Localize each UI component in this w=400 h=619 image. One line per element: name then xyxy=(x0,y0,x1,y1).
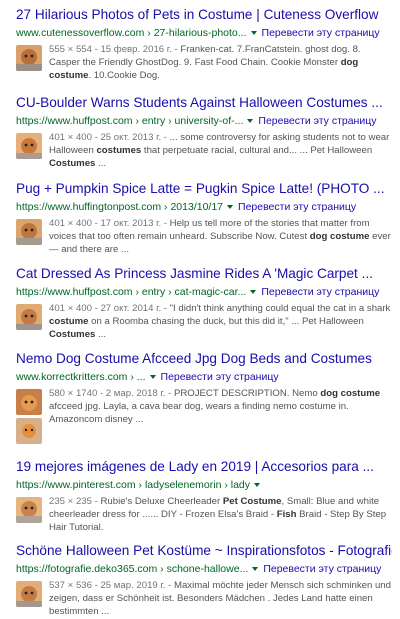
thumbnail-image[interactable] xyxy=(16,581,42,607)
result-url[interactable]: https://www.huffingtonpost.com › 2013/10… xyxy=(16,200,223,214)
result-url-line: https://fotografie.deko365.com › schone-… xyxy=(16,562,392,576)
dropdown-arrow-icon[interactable] xyxy=(252,567,259,571)
dropdown-arrow-icon[interactable] xyxy=(250,290,257,294)
snippet-highlight: Pet Costume xyxy=(222,496,282,507)
result-url-line: www.korrectkritters.com › ... Перевести … xyxy=(16,370,392,384)
search-results: 27 Hilarious Photos of Pets in Costume |… xyxy=(0,0,400,618)
snippet-highlight: Fish xyxy=(276,509,297,521)
snippet-highlight: Costumes xyxy=(49,158,96,170)
result-url[interactable]: www.cutenessoverflow.com › 27-hilarious-… xyxy=(16,26,247,40)
translate-link[interactable]: Перевести эту страницу xyxy=(161,370,279,384)
result-snippet: 537 × 536 - 25 мар. 2019 г. - Maximal mö… xyxy=(49,579,392,619)
result-meta: 401 × 400 - 25 окт. 2013 г. - xyxy=(49,132,167,143)
snippet-highlight: dog costume xyxy=(320,388,381,399)
snippet-text: PROJECT DESCRIPTION. Nemo xyxy=(171,388,321,399)
search-result: CU-Boulder Warns Students Against Hallow… xyxy=(16,94,392,171)
result-snippet: 401 × 400 - 25 окт. 2013 г. - ... some c… xyxy=(49,131,392,171)
translate-link[interactable]: Перевести эту страницу xyxy=(262,26,380,40)
thumbnail-image[interactable] xyxy=(16,133,42,159)
result-url[interactable]: https://www.huffpost.com › entry › unive… xyxy=(16,114,243,128)
snippet-text: that perpetuate racial, cultural and... … xyxy=(141,145,373,157)
result-url[interactable]: https://www.pinterest.com › ladyselenemo… xyxy=(16,478,250,492)
snippet-text: ... xyxy=(95,329,107,341)
snippet-highlight: Costumes xyxy=(49,329,96,341)
result-url-line: https://www.huffpost.com › entry › cat-m… xyxy=(16,285,392,299)
snippet-text: "I didn't think anything could equal the… xyxy=(166,303,391,314)
thumbnail-image[interactable] xyxy=(16,304,42,330)
translate-link[interactable]: Перевести эту страницу xyxy=(263,562,381,576)
snippet-highlight: costumes xyxy=(96,145,142,157)
thumbnail-image[interactable] xyxy=(16,389,42,415)
result-title-link[interactable]: Pug + Pumpkin Spice Latte = Pugkin Spice… xyxy=(16,180,392,197)
result-meta: 555 × 554 - 15 февр. 2016 г. - xyxy=(49,44,178,55)
result-title-link[interactable]: Nemo Dog Costume Afcceed Jpg Dog Beds an… xyxy=(16,350,392,367)
translate-link[interactable]: Перевести эту страницу xyxy=(258,114,376,128)
dropdown-arrow-icon[interactable] xyxy=(149,375,156,379)
dropdown-arrow-icon[interactable] xyxy=(254,483,261,487)
result-title-link[interactable]: Schöne Halloween Pet Kostüme ~ Inspirati… xyxy=(16,542,392,559)
search-result: Nemo Dog Costume Afcceed Jpg Dog Beds an… xyxy=(16,350,392,447)
result-title-link[interactable]: CU-Boulder Warns Students Against Hallow… xyxy=(16,94,392,111)
result-url-line: www.cutenessoverflow.com › 27-hilarious-… xyxy=(16,26,392,40)
dropdown-arrow-icon[interactable] xyxy=(227,205,234,209)
thumbnail-image[interactable] xyxy=(16,219,42,245)
snippet-text: ... xyxy=(95,158,107,170)
translate-link[interactable]: Перевести эту страницу xyxy=(261,285,379,299)
result-url-line: https://www.huffingtonpost.com › 2013/10… xyxy=(16,200,392,214)
result-title-link[interactable]: Cat Dressed As Princess Jasmine Rides A … xyxy=(16,265,392,282)
search-result: 19 mejores imágenes de Lady en 2019 | Ac… xyxy=(16,458,392,535)
result-meta: 537 × 536 - 25 мар. 2019 г. - xyxy=(49,580,172,591)
result-snippet: 401 × 400 - 27 окт. 2014 г. - "I didn't … xyxy=(49,302,392,342)
translate-link[interactable]: Перевести эту страницу xyxy=(238,200,356,214)
result-snippet: 580 × 1740 - 2 мар. 2018 г. - PROJECT DE… xyxy=(49,387,392,447)
result-url-line: https://www.huffpost.com › entry › unive… xyxy=(16,114,392,128)
search-result: Cat Dressed As Princess Jasmine Rides A … xyxy=(16,265,392,342)
result-meta: 401 × 400 - 17 окт. 2013 г. - xyxy=(49,218,167,229)
thumbnail-stack xyxy=(16,389,42,447)
snippet-highlight: dog costume xyxy=(309,231,370,243)
result-url-line: https://www.pinterest.com › ladyselenemo… xyxy=(16,478,392,492)
snippet-text: on a Roomba chasing the duck, but this d… xyxy=(88,316,364,328)
search-result: Pug + Pumpkin Spice Latte = Pugkin Spice… xyxy=(16,180,392,257)
result-meta: 580 × 1740 - 2 мар. 2018 г. - xyxy=(49,388,172,399)
snippet-text: afcceed jpg. Layla, a cava bear dog, wea… xyxy=(49,401,349,426)
result-snippet: 555 × 554 - 15 февр. 2016 г. - Franken-c… xyxy=(49,43,392,83)
result-url[interactable]: www.korrectkritters.com › ... xyxy=(16,370,146,384)
result-snippet: 235 × 235 - Rubie's Deluxe Cheerleader P… xyxy=(49,495,392,535)
dropdown-arrow-icon[interactable] xyxy=(247,119,254,123)
thumbnail-image[interactable] xyxy=(16,497,42,523)
result-meta: 235 × 235 - xyxy=(49,496,98,507)
dropdown-arrow-icon[interactable] xyxy=(250,31,257,35)
thumbnail-image[interactable] xyxy=(16,45,42,71)
result-url[interactable]: https://www.huffpost.com › entry › cat-m… xyxy=(16,285,246,299)
result-title-link[interactable]: 27 Hilarious Photos of Pets in Costume |… xyxy=(16,6,392,23)
search-result: 27 Hilarious Photos of Pets in Costume |… xyxy=(16,6,392,83)
snippet-text: . 10.Cookie Dog. xyxy=(88,70,160,82)
thumbnail-image[interactable] xyxy=(16,418,42,444)
result-title-link[interactable]: 19 mejores imágenes de Lady en 2019 | Ac… xyxy=(16,458,392,475)
result-url[interactable]: https://fotografie.deko365.com › schone-… xyxy=(16,562,248,576)
snippet-highlight: costume xyxy=(49,316,89,328)
result-meta: 401 × 400 - 27 окт. 2014 г. - xyxy=(49,303,167,314)
snippet-text: Rubie's Deluxe Cheerleader xyxy=(97,496,223,507)
search-result: Schöne Halloween Pet Kostüme ~ Inspirati… xyxy=(16,542,392,619)
result-snippet: 401 × 400 - 17 окт. 2013 г. - Help us te… xyxy=(49,217,392,257)
